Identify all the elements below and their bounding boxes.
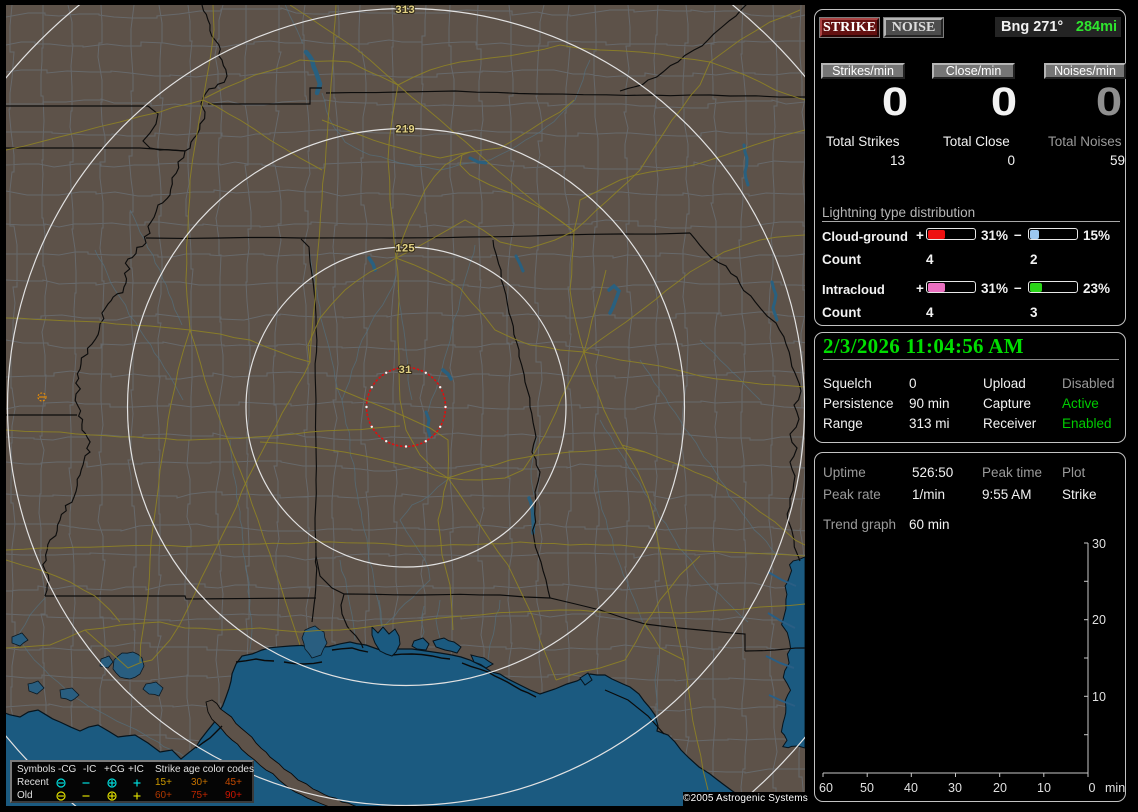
svg-text:125: 125: [395, 244, 415, 256]
svg-text:min: min: [1105, 781, 1125, 795]
svg-text:20: 20: [1092, 613, 1106, 627]
svg-text:20: 20: [993, 781, 1007, 795]
svg-text:60: 60: [819, 781, 833, 795]
svg-text:219: 219: [395, 125, 415, 137]
svg-text:10: 10: [1092, 690, 1106, 704]
svg-text:313: 313: [395, 5, 415, 17]
svg-text:30: 30: [948, 781, 962, 795]
svg-text:30: 30: [1092, 537, 1106, 551]
svg-text:31: 31: [398, 365, 412, 377]
svg-text:0: 0: [1089, 781, 1096, 795]
svg-text:50: 50: [860, 781, 874, 795]
svg-text:10: 10: [1037, 781, 1051, 795]
svg-text:40: 40: [904, 781, 918, 795]
